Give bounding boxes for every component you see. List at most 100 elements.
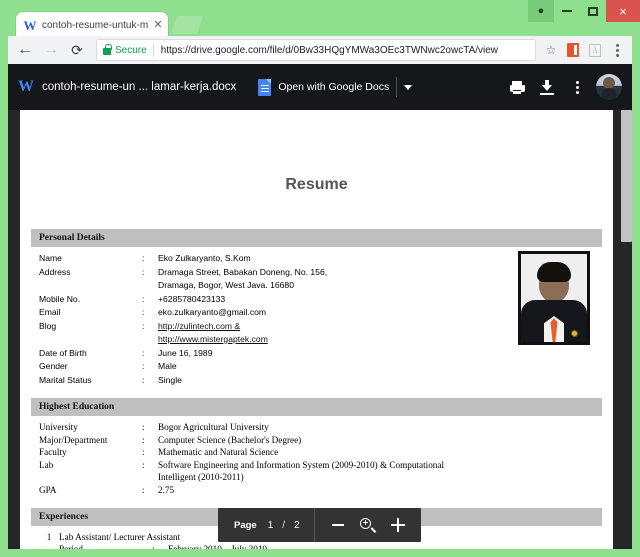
row-separator [142,279,158,293]
list-item: Period : February 2010 – July 2010 [39,543,594,549]
table-row: Mobile No. : +6285780423133 [39,293,594,307]
photo-hair [537,262,571,282]
page-separator: / [282,520,285,531]
experience-number-spacer [39,543,59,549]
page-zoom-controls: Page 1 / 2 [218,508,421,542]
print-icon [510,81,525,94]
browser-toolbar: ← → ⟳ Secure https://drive.google.com/fi… [8,36,632,64]
kebab-menu-icon [616,44,619,57]
security-status-label: Secure [115,45,147,56]
document-page: Resume Personal Details Name [20,110,613,549]
table-row: Gender : Male [39,360,594,374]
office-extension-icon [567,43,579,57]
google-docs-icon [258,79,271,96]
open-with-google-docs-button[interactable]: Open with Google Docs [254,73,420,101]
row-value: Bogor Agricultural University [158,421,594,434]
minus-icon [332,524,344,526]
row-separator: : [142,293,158,307]
row-separator: : [152,543,168,549]
forward-arrow-icon: → [43,41,59,59]
row-label: Faculty [39,446,142,459]
row-separator: : [142,459,158,472]
new-tab-button[interactable] [171,16,203,34]
highest-education-rows: University : Bogor Agricultural Universi… [31,416,602,502]
reload-icon: ⟳ [71,42,83,59]
chevron-down-icon[interactable] [404,85,412,90]
vertical-scrollbar[interactable] [621,110,632,549]
row-separator: : [142,306,158,320]
office-extension-button[interactable] [562,39,584,61]
row-value: Single [158,374,594,388]
row-separator [142,471,158,484]
page-indicator[interactable]: Page 1 / 2 [218,508,314,542]
personal-details-rows: Name : Eko Zulkaryanto, S.Kom Address : … [31,247,602,392]
experience-detail: Period : February 2010 – July 2010 [59,543,594,549]
download-icon [540,80,554,95]
row-label [39,333,142,347]
profile-photo [518,251,590,345]
table-row: Email : eko.zulkaryanto@gmail.com [39,306,594,320]
current-page-number[interactable]: 1 [268,520,274,531]
row-label: Major/Department [39,434,142,447]
table-row: Faculty : Mathematic and Natural Science [39,446,594,459]
zoom-out-button[interactable] [323,510,353,540]
table-row: GPA : 2.75 [39,484,594,497]
scrollbar-thumb[interactable] [621,110,632,242]
document-scroll-area[interactable]: Resume Personal Details Name [8,110,632,549]
bookmark-star-button[interactable]: ☆ [540,39,562,61]
spacer [39,497,594,502]
os-window-frame: ● × W contoh-resume-untuk-m ✕ ← → [0,0,640,557]
zoom-fit-button[interactable] [353,510,383,540]
table-row: Major/Department : Computer Science (Bac… [39,434,594,447]
row-label: University [39,421,142,434]
row-value: June 16, 1989 [158,347,594,361]
row-separator: : [142,347,158,361]
pdf-icon: A [589,44,601,57]
button-divider [396,77,397,97]
row-value: Software Engineering and Information Sys… [158,459,594,472]
table-row: Intelligent (2010-2011) [39,471,594,484]
row-label: Name [39,252,142,266]
url-text: https://drive.google.com/file/d/0Bw33HQg… [161,45,498,56]
reload-button[interactable]: ⟳ [64,37,90,63]
download-button[interactable] [532,72,562,102]
plus-icon [391,518,405,532]
photo-lapel-pin [571,330,578,337]
row-label: Gender [39,360,142,374]
more-actions-button[interactable] [562,72,592,102]
table-row: Name : Eko Zulkaryanto, S.Kom [39,252,594,266]
pdf-extension-button[interactable]: A [584,39,606,61]
row-separator [142,333,158,347]
open-with-google-docs-label: Open with Google Docs [278,81,389,93]
tab-title: contoh-resume-untuk-m [42,20,152,31]
table-row: Address : Dramaga Street, Babakan Doneng… [39,266,594,280]
address-bar[interactable]: Secure https://drive.google.com/file/d/0… [96,39,536,61]
row-label: Lab [39,459,142,472]
row-value: Male [158,360,594,374]
spacer [39,387,594,392]
print-button[interactable] [502,72,532,102]
row-value: Mathematic and Natural Science [158,446,594,459]
drive-viewer-header: W contoh-resume-un ... lamar-kerja.docx … [8,64,632,110]
table-row: http://www.mistergaptek.com [39,333,594,347]
zoom-in-button[interactable] [383,510,413,540]
section-heading-personal-details: Personal Details [31,229,602,247]
row-value: Intelligent (2010-2011) [158,471,594,484]
row-label: Email [39,306,142,320]
avatar[interactable] [596,74,622,100]
back-button[interactable]: ← [12,37,38,63]
total-page-count: 2 [294,520,300,531]
row-value: 2.75 [158,484,594,497]
row-separator: : [142,320,158,334]
browser-tab[interactable]: W contoh-resume-untuk-m ✕ [16,12,168,38]
section-heading-highest-education: Highest Education [31,398,602,416]
close-tab-icon[interactable]: ✕ [152,20,164,31]
row-separator: : [142,446,158,459]
omnibox-divider [153,44,154,57]
table-row: Blog : http://zulintech.com & [39,320,594,334]
table-row: Marital Status : Single [39,374,594,388]
row-label: Blog [39,320,142,334]
browser-menu-button[interactable] [606,39,628,61]
forward-button[interactable]: → [38,37,64,63]
row-label [39,279,142,293]
